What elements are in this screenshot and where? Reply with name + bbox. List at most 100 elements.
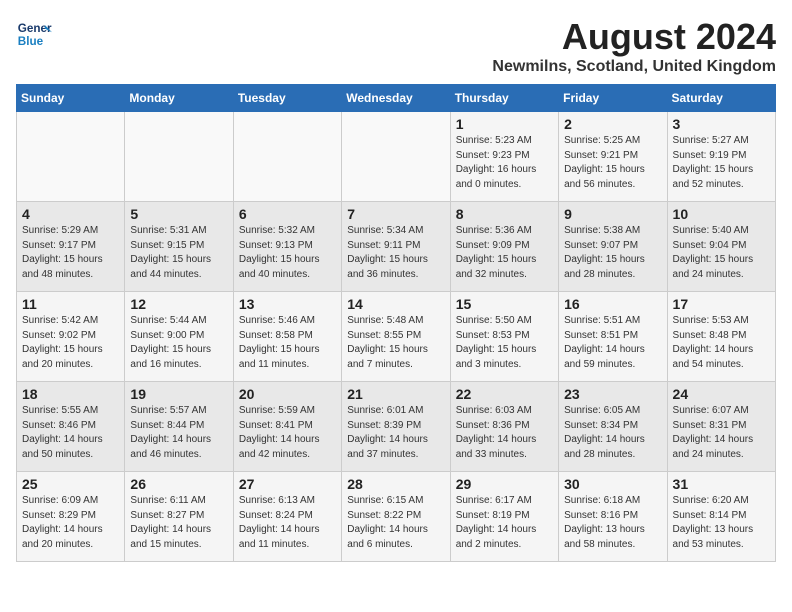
logo: General Blue <box>16 16 52 52</box>
calendar-week-row: 11 Sunrise: 5:42 AM Sunset: 9:02 PM Dayli… <box>17 292 776 382</box>
day-of-week-header: Wednesday <box>342 85 450 112</box>
calendar-cell: 15 Sunrise: 5:50 AM Sunset: 8:53 PM Dayli… <box>450 292 558 382</box>
calendar-cell: 21 Sunrise: 6:01 AM Sunset: 8:39 PM Dayli… <box>342 382 450 472</box>
day-number: 8 <box>456 206 553 222</box>
day-number: 27 <box>239 476 336 492</box>
day-number: 19 <box>130 386 227 402</box>
day-number: 2 <box>564 116 661 132</box>
calendar-cell: 14Sunrise: 5:48 AM Sunset: 8:55 PM Dayli… <box>342 292 450 382</box>
day-number: 13 <box>239 296 336 312</box>
calendar-week-row: 4 Sunrise: 5:29 AM Sunset: 9:17 PM Daylig… <box>17 202 776 292</box>
title-area: August 2024 Newmilns, Scotland, United K… <box>492 16 776 76</box>
day-number: 9 <box>564 206 661 222</box>
calendar-cell: 31Sunrise: 6:20 AM Sunset: 8:14 PM Dayli… <box>667 472 775 562</box>
day-info: Sunrise: 5:55 AM Sunset: 8:46 PM Dayligh… <box>22 404 119 462</box>
day-number: 29 <box>456 476 553 492</box>
day-info: Sunrise: 5:27 AM Sunset: 9:19 PM Dayligh… <box>673 134 770 192</box>
calendar-cell: 13 Sunrise: 5:46 AM Sunset: 8:58 PM Dayli… <box>233 292 341 382</box>
calendar-cell: 16 Sunrise: 5:51 AM Sunset: 8:51 PM Dayli… <box>559 292 667 382</box>
calendar-cell: 5 Sunrise: 5:31 AM Sunset: 9:15 PM Daylig… <box>125 202 233 292</box>
svg-text:Blue: Blue <box>18 35 44 48</box>
day-info: Sunrise: 5:23 AM Sunset: 9:23 PM Dayligh… <box>456 134 553 192</box>
calendar-cell: 25 Sunrise: 6:09 AM Sunset: 8:29 PM Dayli… <box>17 472 125 562</box>
calendar-header-row: SundayMondayTuesdayWednesdayThursdayFrid… <box>17 85 776 112</box>
page-subtitle: Newmilns, Scotland, United Kingdom <box>492 58 776 76</box>
day-info: Sunrise: 5:34 AM Sunset: 9:11 PM Dayligh… <box>347 224 444 282</box>
day-info: Sunrise: 6:15 AM Sunset: 8:22 PM Dayligh… <box>347 494 444 552</box>
day-number: 10 <box>673 206 770 222</box>
day-info: Sunrise: 5:57 AM Sunset: 8:44 PM Dayligh… <box>130 404 227 462</box>
day-info: Sunrise: 5:32 AM Sunset: 9:13 PM Dayligh… <box>239 224 336 282</box>
calendar-cell: 11 Sunrise: 5:42 AM Sunset: 9:02 PM Dayli… <box>17 292 125 382</box>
day-number: 28 <box>347 476 444 492</box>
calendar-cell <box>125 112 233 202</box>
day-number: 18 <box>22 386 119 402</box>
calendar-cell: 23Sunrise: 6:05 AM Sunset: 8:34 PM Dayli… <box>559 382 667 472</box>
day-number: 22 <box>456 386 553 402</box>
day-number: 21 <box>347 386 444 402</box>
calendar-cell: 1 Sunrise: 5:23 AM Sunset: 9:23 PM Daylig… <box>450 112 558 202</box>
day-number: 7 <box>347 206 444 222</box>
day-number: 1 <box>456 116 553 132</box>
calendar-cell <box>342 112 450 202</box>
calendar-cell: 27 Sunrise: 6:13 AM Sunset: 8:24 PM Dayli… <box>233 472 341 562</box>
calendar-week-row: 18 Sunrise: 5:55 AM Sunset: 8:46 PM Dayli… <box>17 382 776 472</box>
day-number: 25 <box>22 476 119 492</box>
day-number: 5 <box>130 206 227 222</box>
day-number: 15 <box>456 296 553 312</box>
day-number: 6 <box>239 206 336 222</box>
day-info: Sunrise: 5:59 AM Sunset: 8:41 PM Dayligh… <box>239 404 336 462</box>
day-of-week-header: Tuesday <box>233 85 341 112</box>
day-info: Sunrise: 5:25 AM Sunset: 9:21 PM Dayligh… <box>564 134 661 192</box>
day-of-week-header: Thursday <box>450 85 558 112</box>
day-info: Sunrise: 5:46 AM Sunset: 8:58 PM Dayligh… <box>239 314 336 372</box>
day-info: Sunrise: 5:36 AM Sunset: 9:09 PM Dayligh… <box>456 224 553 282</box>
day-info: Sunrise: 5:50 AM Sunset: 8:53 PM Dayligh… <box>456 314 553 372</box>
day-number: 16 <box>564 296 661 312</box>
day-number: 12 <box>130 296 227 312</box>
page-header: General Blue August 2024 Newmilns, Scotl… <box>16 16 776 76</box>
day-number: 24 <box>673 386 770 402</box>
day-info: Sunrise: 6:05 AM Sunset: 8:34 PM Dayligh… <box>564 404 661 462</box>
day-info: Sunrise: 5:40 AM Sunset: 9:04 PM Dayligh… <box>673 224 770 282</box>
day-of-week-header: Saturday <box>667 85 775 112</box>
day-of-week-header: Friday <box>559 85 667 112</box>
day-info: Sunrise: 5:51 AM Sunset: 8:51 PM Dayligh… <box>564 314 661 372</box>
calendar-cell: 19 Sunrise: 5:57 AM Sunset: 8:44 PM Dayli… <box>125 382 233 472</box>
calendar-cell: 22Sunrise: 6:03 AM Sunset: 8:36 PM Dayli… <box>450 382 558 472</box>
calendar-cell: 3 Sunrise: 5:27 AM Sunset: 9:19 PM Daylig… <box>667 112 775 202</box>
day-number: 31 <box>673 476 770 492</box>
day-number: 11 <box>22 296 119 312</box>
day-info: Sunrise: 6:07 AM Sunset: 8:31 PM Dayligh… <box>673 404 770 462</box>
day-info: Sunrise: 5:42 AM Sunset: 9:02 PM Dayligh… <box>22 314 119 372</box>
calendar-cell: 20 Sunrise: 5:59 AM Sunset: 8:41 PM Dayli… <box>233 382 341 472</box>
day-number: 30 <box>564 476 661 492</box>
logo-icon: General Blue <box>16 16 52 52</box>
day-info: Sunrise: 6:17 AM Sunset: 8:19 PM Dayligh… <box>456 494 553 552</box>
day-info: Sunrise: 6:09 AM Sunset: 8:29 PM Dayligh… <box>22 494 119 552</box>
day-number: 20 <box>239 386 336 402</box>
calendar-week-row: 25 Sunrise: 6:09 AM Sunset: 8:29 PM Dayli… <box>17 472 776 562</box>
day-info: Sunrise: 5:53 AM Sunset: 8:48 PM Dayligh… <box>673 314 770 372</box>
calendar-cell: 28 Sunrise: 6:15 AM Sunset: 8:22 PM Dayli… <box>342 472 450 562</box>
calendar-table: SundayMondayTuesdayWednesdayThursdayFrid… <box>16 84 776 562</box>
day-of-week-header: Monday <box>125 85 233 112</box>
day-of-week-header: Sunday <box>17 85 125 112</box>
day-number: 26 <box>130 476 227 492</box>
day-info: Sunrise: 6:18 AM Sunset: 8:16 PM Dayligh… <box>564 494 661 552</box>
day-info: Sunrise: 5:31 AM Sunset: 9:15 PM Dayligh… <box>130 224 227 282</box>
calendar-cell: 2 Sunrise: 5:25 AM Sunset: 9:21 PM Daylig… <box>559 112 667 202</box>
calendar-cell: 30 Sunrise: 6:18 AM Sunset: 8:16 PM Dayli… <box>559 472 667 562</box>
day-info: Sunrise: 6:01 AM Sunset: 8:39 PM Dayligh… <box>347 404 444 462</box>
day-info: Sunrise: 5:29 AM Sunset: 9:17 PM Dayligh… <box>22 224 119 282</box>
calendar-cell: 29 Sunrise: 6:17 AM Sunset: 8:19 PM Dayli… <box>450 472 558 562</box>
calendar-week-row: 1 Sunrise: 5:23 AM Sunset: 9:23 PM Daylig… <box>17 112 776 202</box>
calendar-cell: 4 Sunrise: 5:29 AM Sunset: 9:17 PM Daylig… <box>17 202 125 292</box>
calendar-cell <box>233 112 341 202</box>
day-number: 14 <box>347 296 444 312</box>
page-title: August 2024 <box>492 16 776 58</box>
day-number: 3 <box>673 116 770 132</box>
day-number: 4 <box>22 206 119 222</box>
day-info: Sunrise: 6:13 AM Sunset: 8:24 PM Dayligh… <box>239 494 336 552</box>
calendar-cell: 12Sunrise: 5:44 AM Sunset: 9:00 PM Dayli… <box>125 292 233 382</box>
